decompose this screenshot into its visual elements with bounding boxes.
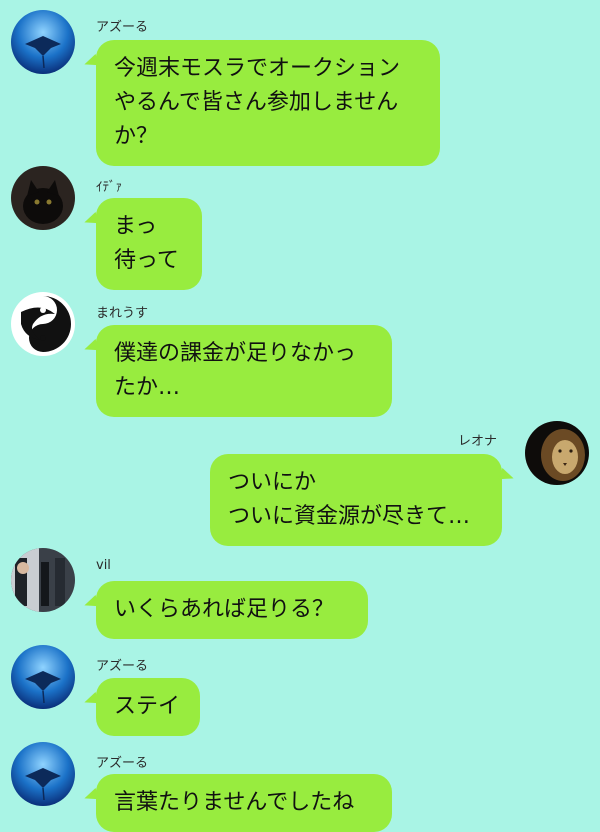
dragon-yinyang-icon[interactable] [11,292,75,356]
manta-ray-icon[interactable] [11,10,75,74]
person-photo-icon[interactable] [11,548,75,612]
message-bubble[interactable]: まっ 待って [96,198,202,290]
sender-name: vil [96,558,111,573]
manta-ray-icon[interactable] [11,742,75,806]
sender-name: ｲﾃﾞｧ [96,180,122,195]
message-bubble[interactable]: ついにか ついに資金源が尽きて… [210,454,502,546]
sender-name: アズーる [96,756,149,771]
black-cat-icon[interactable] [11,166,75,230]
manta-ray-icon[interactable] [11,645,75,709]
message-bubble[interactable]: ステイ [96,678,200,736]
sender-name: アズーる [96,20,149,35]
message-bubble[interactable]: いくらあれば足りる？ [96,581,368,639]
message-bubble[interactable]: 僕達の課金が足りなかっ たか… [96,325,392,417]
sender-name: アズーる [96,659,149,674]
message-bubble[interactable]: 言葉たりませんでしたね [96,774,392,832]
message-bubble[interactable]: 今週末モスラでオークション やるんで皆さん参加しません か？ [96,40,440,166]
sender-name: まれうす [96,306,149,321]
sender-name: レオナ [458,434,498,449]
lion-icon[interactable] [525,421,589,485]
